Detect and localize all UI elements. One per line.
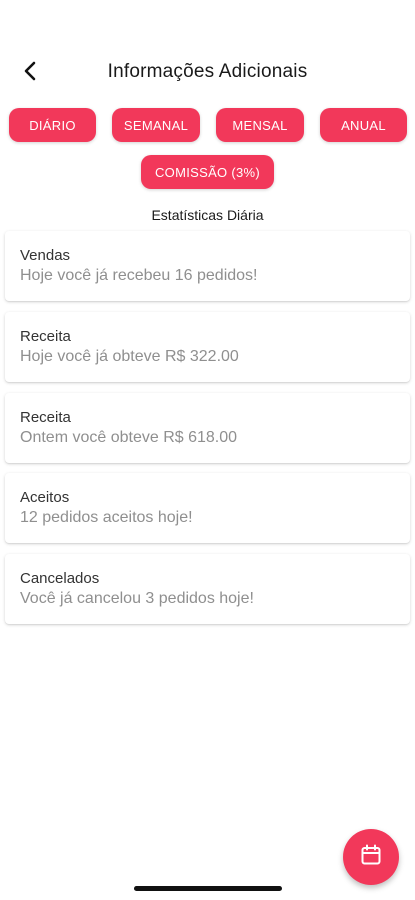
filter-commission-button[interactable]: COMISSÃO (3%) — [141, 155, 274, 189]
card-title: Cancelados — [20, 570, 100, 587]
card-subtitle: Hoje você já recebeu 16 pedidos! — [20, 267, 258, 284]
card-subtitle: Ontem você obteve R$ 618.00 — [20, 429, 238, 446]
home-indicator[interactable] — [134, 886, 282, 891]
stat-card-revenue-yesterday: Receita Ontem você obteve R$ 618.00 — [5, 393, 410, 463]
header: Informações Adicionais — [0, 48, 415, 98]
filter-yearly-button[interactable]: ANUAL — [320, 108, 407, 142]
stat-card-cancelled: Cancelados Você já cancelou 3 pedidos ho… — [5, 554, 410, 624]
card-title: Vendas — [20, 247, 71, 264]
calendar-icon — [359, 843, 383, 872]
section-title: Estatísticas Diária — [151, 207, 264, 223]
stat-card-revenue-today: Receita Hoje você já obteve R$ 322.00 — [5, 312, 410, 382]
card-title: Receita — [20, 328, 71, 345]
card-subtitle: Você já cancelou 3 pedidos hoje! — [20, 590, 254, 607]
card-subtitle: Hoje você já obteve R$ 322.00 — [20, 348, 239, 365]
filter-weekly-button[interactable]: SEMANAL — [112, 108, 200, 142]
card-subtitle: 12 pedidos aceitos hoje! — [20, 509, 193, 526]
stat-card-sales: Vendas Hoje você já recebeu 16 pedidos! — [5, 231, 410, 301]
filter-monthly-button[interactable]: MENSAL — [216, 108, 304, 142]
filter-daily-button[interactable]: DIÁRIO — [9, 108, 96, 142]
card-title: Aceitos — [20, 489, 70, 506]
stat-card-accepted: Aceitos 12 pedidos aceitos hoje! — [5, 473, 410, 543]
screen: Informações Adicionais DIÁRIO SEMANAL ME… — [0, 0, 415, 900]
card-title: Receita — [20, 409, 71, 426]
calendar-fab-button[interactable] — [343, 829, 399, 885]
page-title: Informações Adicionais — [107, 61, 308, 82]
